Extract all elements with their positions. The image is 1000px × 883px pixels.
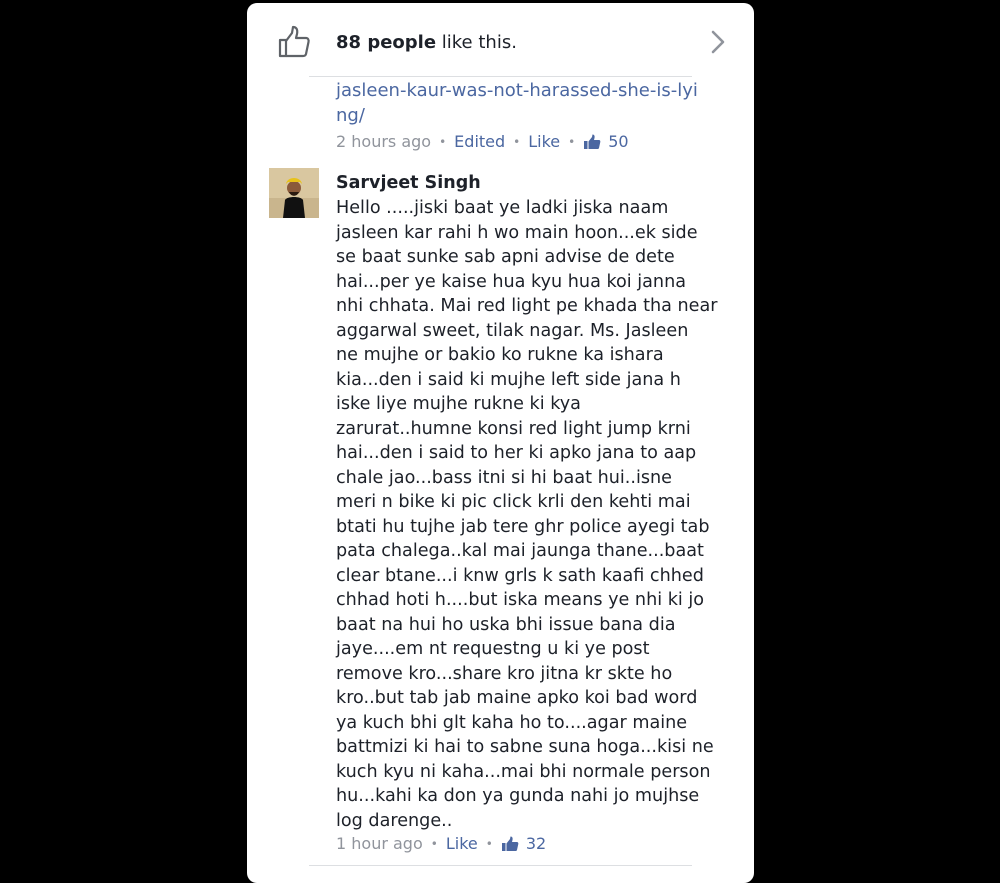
likes-suffix: like this. [436,32,517,53]
like-count-icon [584,134,601,149]
thumbs-up-icon [278,25,310,58]
like-button[interactable]: Like [446,834,478,853]
comment-timestamp: 1 hour ago [336,834,423,853]
divider [309,865,692,866]
edited-link[interactable]: Edited [454,132,505,151]
separator-dot: • [430,836,438,851]
like-button[interactable]: Like [528,132,560,151]
like-count[interactable]: 32 [526,834,546,853]
like-count[interactable]: 50 [608,132,628,151]
separator-dot: • [568,134,576,149]
comment-timestamp: 2 hours ago [336,132,432,151]
likes-count: 88 people [336,32,437,53]
likes-summary-text: 88 people like this. [336,32,517,53]
comments-card: 88 people like this. jasleen-kaur-was-no… [247,3,754,883]
like-count-icon [501,836,519,851]
separator-dot: • [513,134,521,149]
comment-meta: 2 hours ago • Edited • Like • 50 [336,132,629,151]
chevron-right-icon[interactable] [710,30,726,54]
separator-dot: • [485,836,493,851]
comment-link[interactable]: jasleen-kaur-was-not-harassed-she-is-lyi… [336,79,706,128]
comment-author[interactable]: Sarvjeet Singh [336,173,481,193]
avatar-photo [269,168,319,218]
divider [309,76,692,77]
comment-meta: 1 hour ago • Like • 32 [336,834,546,853]
comment-text: Hello .....jiski baat ye ladki jiska naa… [336,198,718,831]
likes-summary-row[interactable]: 88 people like this. [247,3,754,79]
separator-dot: • [439,134,447,149]
avatar[interactable] [269,168,319,218]
